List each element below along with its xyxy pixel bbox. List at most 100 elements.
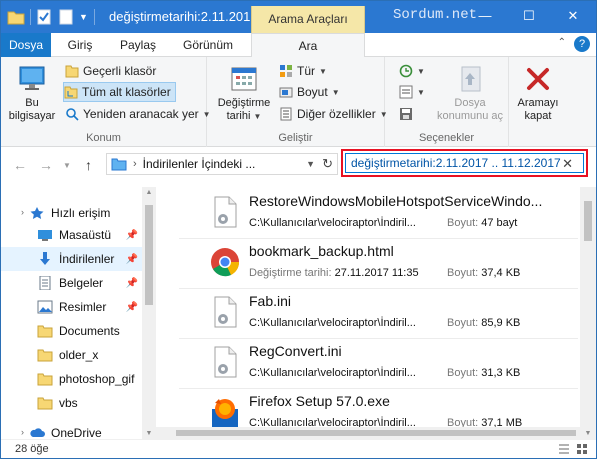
file-size: Boyut: 85,9 KB bbox=[447, 317, 520, 329]
location-group: Bu bilgisayar Geçerli klasör Tüm alt kla… bbox=[1, 57, 211, 147]
file-list-scrollbar[interactable]: ▼ bbox=[580, 187, 596, 439]
file-list-scroll-thumb[interactable] bbox=[584, 201, 592, 241]
nav-item-pictures[interactable]: Resimler 📌 bbox=[1, 295, 142, 319]
this-pc-button[interactable]: Bu bilgisayar bbox=[5, 63, 59, 123]
nav-item-folder[interactable]: vbs bbox=[1, 391, 142, 415]
address-bar[interactable]: › İndirilenler İçindeki ... ▼ ↻ bbox=[106, 153, 338, 175]
file-path: C:\Kullanıcılar\velociraptor\İndiril... bbox=[249, 217, 416, 229]
search-input[interactable] bbox=[351, 156, 561, 170]
size-icon bbox=[279, 87, 293, 98]
properties-icon[interactable] bbox=[36, 9, 52, 25]
open-file-location-label: Dosya konumunu aç bbox=[436, 97, 504, 122]
file-name: Firefox Setup 57.0.exe bbox=[249, 393, 390, 409]
size-label: Boyut: bbox=[447, 267, 479, 279]
advanced-options-icon bbox=[399, 85, 413, 99]
nav-item-label: vbs bbox=[59, 396, 78, 410]
nav-item-label: Documents bbox=[59, 324, 120, 338]
open-file-location-icon bbox=[454, 63, 486, 95]
tab-share[interactable]: Paylaş bbox=[111, 33, 165, 57]
customize-qa-dropdown-icon[interactable]: ▼ bbox=[79, 12, 88, 22]
details-view-icon[interactable] bbox=[557, 442, 571, 456]
recent-searches-button[interactable]: ▼ bbox=[399, 61, 425, 81]
help-icon[interactable]: ? bbox=[574, 36, 590, 52]
close-button[interactable]: ✕ bbox=[552, 1, 594, 31]
firefox-icon bbox=[212, 399, 238, 427]
up-arrow-icon[interactable]: ↑ bbox=[85, 157, 92, 173]
search-again-label: Yeniden aranacak yer bbox=[83, 107, 199, 121]
save-icon bbox=[400, 108, 412, 120]
address-dropdown-icon[interactable]: ▼ bbox=[306, 159, 315, 169]
folder-icon bbox=[37, 349, 53, 362]
kind-icon bbox=[280, 65, 292, 77]
options-group: ▼ ▼ Dosya konumunu aç Seçenekler bbox=[385, 57, 509, 147]
close-search-label: Aramayı kapat bbox=[517, 97, 559, 122]
size-value: 47 bayt bbox=[481, 217, 518, 229]
minimize-button[interactable]: — bbox=[464, 1, 506, 31]
scroll-down-icon[interactable]: ▼ bbox=[142, 430, 156, 437]
recent-locations-chevron-icon[interactable]: ▼ bbox=[63, 161, 71, 170]
pictures-icon bbox=[37, 300, 53, 314]
save-search-button[interactable] bbox=[399, 104, 417, 124]
size-label: Boyut bbox=[297, 85, 328, 99]
pin-icon[interactable]: 📌 bbox=[126, 230, 138, 241]
size-value: 31,3 KB bbox=[481, 367, 521, 379]
breadcrumb-chevron-icon: › bbox=[133, 158, 137, 170]
folder-icon[interactable] bbox=[7, 9, 25, 25]
back-arrow-icon[interactable]: ← bbox=[13, 157, 27, 173]
open-file-location-button[interactable]: Dosya konumunu aç bbox=[433, 63, 507, 123]
tab-search[interactable]: Ara bbox=[251, 33, 365, 58]
date-modified-button[interactable]: Değiştirme tarihi ▼ bbox=[213, 63, 275, 123]
tab-view[interactable]: Görünüm bbox=[173, 33, 243, 57]
nav-item-desktop[interactable]: Masaüstü 📌 bbox=[1, 223, 142, 247]
nav-item-documents[interactable]: Belgeler 📌 bbox=[1, 271, 142, 295]
maximize-button[interactable]: ☐ bbox=[508, 1, 550, 31]
close-search-button[interactable]: Aramayı kapat bbox=[513, 63, 563, 123]
ribbon-collapse-icon[interactable]: ⌃ bbox=[558, 37, 566, 48]
search-tools-context-label: Arama Araçları bbox=[251, 6, 365, 33]
horizontal-scroll-thumb[interactable] bbox=[176, 430, 576, 436]
list-item[interactable]: bookmark_backup.html Değiştirme tarihi: … bbox=[179, 237, 578, 289]
options-group-label: Seçenekler bbox=[418, 132, 475, 144]
horizontal-scrollbar[interactable] bbox=[156, 427, 580, 439]
file-name: bookmark_backup.html bbox=[249, 243, 394, 259]
nav-item-onedrive[interactable]: OneDrive bbox=[1, 421, 142, 439]
large-icons-view-icon[interactable] bbox=[575, 442, 589, 456]
list-item[interactable]: Fab.ini C:\Kullanıcılar\velociraptor\İnd… bbox=[179, 287, 578, 339]
scroll-down-icon[interactable]: ▼ bbox=[580, 430, 596, 437]
nav-scroll-thumb[interactable] bbox=[145, 205, 153, 305]
calendar-icon bbox=[228, 63, 260, 95]
file-name: RegConvert.ini bbox=[249, 343, 342, 359]
quick-access-toolbar: ▼ bbox=[7, 7, 95, 27]
search-again-in-button[interactable]: Yeniden aranacak yer ▼ bbox=[65, 104, 211, 124]
size-button[interactable]: Boyut ▼ bbox=[279, 82, 340, 102]
nav-scrollbar[interactable]: ▲ ▼ bbox=[142, 187, 156, 439]
chrome-icon bbox=[211, 248, 240, 277]
file-size: Boyut: 31,3 KB bbox=[447, 367, 520, 379]
list-item[interactable]: RestoreWindowsMobileHotspotServiceWindo.… bbox=[179, 187, 578, 239]
scroll-up-icon[interactable]: ▲ bbox=[142, 189, 156, 196]
date-modified-label: Değiştirme tarihi bbox=[217, 97, 271, 122]
advanced-options-button[interactable]: ▼ bbox=[399, 82, 425, 102]
search-results-folder-icon bbox=[111, 158, 127, 171]
pin-icon[interactable]: 📌 bbox=[126, 302, 138, 313]
kind-button[interactable]: Tür ▼ bbox=[279, 61, 327, 81]
new-folder-icon[interactable] bbox=[58, 9, 74, 25]
nav-item-label: İndirilenler bbox=[59, 252, 115, 266]
pin-icon[interactable]: 📌 bbox=[126, 278, 138, 289]
close-search-icon bbox=[522, 63, 554, 95]
all-subfolders-button[interactable]: Tüm alt klasörler bbox=[63, 82, 176, 102]
current-folder-button[interactable]: Geçerli klasör bbox=[65, 61, 156, 81]
other-properties-button[interactable]: Diğer özellikler ▼ bbox=[279, 104, 388, 124]
nav-item-folder[interactable]: older_x bbox=[1, 343, 142, 367]
nav-item-quick-access[interactable]: Hızlı erişim bbox=[1, 201, 142, 225]
clear-search-icon[interactable]: ✕ bbox=[562, 156, 573, 172]
onedrive-cloud-icon bbox=[30, 428, 45, 437]
refresh-icon[interactable]: ↻ bbox=[322, 156, 333, 172]
list-item[interactable]: RegConvert.ini C:\Kullanıcılar\velocirap… bbox=[179, 337, 578, 389]
nav-item-folder[interactable]: photoshop_gif bbox=[1, 367, 142, 391]
tab-home[interactable]: Giriş bbox=[57, 33, 103, 57]
nav-item-folder[interactable]: Documents bbox=[1, 319, 142, 343]
nav-item-downloads[interactable]: İndirilenler 📌 bbox=[1, 247, 142, 271]
pin-icon[interactable]: 📌 bbox=[126, 254, 138, 265]
forward-arrow-icon[interactable]: → bbox=[39, 157, 53, 173]
